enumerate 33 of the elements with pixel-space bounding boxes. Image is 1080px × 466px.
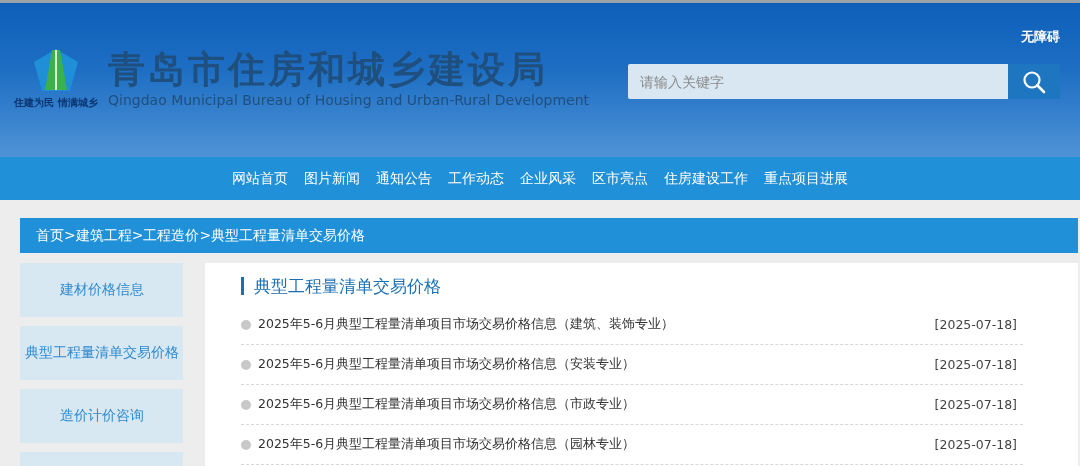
search-field[interactable]: 请输入关键字: [628, 64, 1008, 99]
nav-link[interactable]: 通知公告: [368, 157, 440, 200]
nav-link[interactable]: 图片新闻: [296, 157, 368, 200]
search-icon: [1022, 69, 1046, 94]
article-link[interactable]: 2025年5-6月典型工程量清单项目市场交易价格信息（安装专业）: [258, 356, 935, 373]
bullet-icon: [241, 359, 251, 370]
logo-tagline: 住建为民 情满城乡: [14, 96, 98, 110]
sidebar-item[interactable]: 建材价格信息: [20, 263, 183, 317]
search-button[interactable]: [1008, 64, 1060, 99]
article-link[interactable]: 2025年5-6月典型工程量清单项目市场交易价格信息（市政专业）: [258, 396, 935, 413]
nav-link[interactable]: 工作动态: [440, 157, 512, 200]
breadcrumb: 首页>建筑工程>工程造价>典型工程量清单交易价格: [20, 218, 1078, 253]
article-date: [2025-07-18]: [934, 317, 1017, 332]
site-subtitle: Qingdao Municipal Bureau of Housing and Urban-Rural Development: [108, 92, 590, 108]
article-date: [2025-07-18]: [934, 397, 1017, 412]
bullet-icon: [241, 319, 251, 330]
nav-link[interactable]: 网站首页: [224, 157, 296, 200]
bullet-icon: [241, 399, 251, 410]
nav-link[interactable]: 区市亮点: [584, 157, 656, 200]
site-title: 青岛市住房和城乡建设局: [108, 48, 549, 92]
sidebar-item[interactable]: 典型工程量清单交易价格: [20, 326, 183, 380]
pentagon-logo-icon: [33, 48, 79, 92]
article-link[interactable]: 2025年5-6月典型工程量清单项目市场交易价格信息（园林专业）: [258, 436, 935, 453]
nav-link[interactable]: 住房建设工作: [656, 157, 756, 200]
article-date: [2025-07-18]: [934, 437, 1017, 452]
section-heading: 典型工程量清单交易价格: [241, 277, 1023, 295]
accessibility-link[interactable]: 无障碍: [1021, 28, 1060, 46]
bullet-icon: [241, 439, 251, 450]
nav-link[interactable]: 重点项目进展: [756, 157, 856, 200]
nav-link[interactable]: 企业风采: [512, 157, 584, 200]
article-link[interactable]: 2025年5-6月典型工程量清单项目市场交易价格信息（建筑、装饰专业）: [258, 316, 935, 333]
sidebar-item[interactable]: 造价计价咨询: [20, 389, 183, 443]
article-date: [2025-07-18]: [934, 357, 1017, 372]
